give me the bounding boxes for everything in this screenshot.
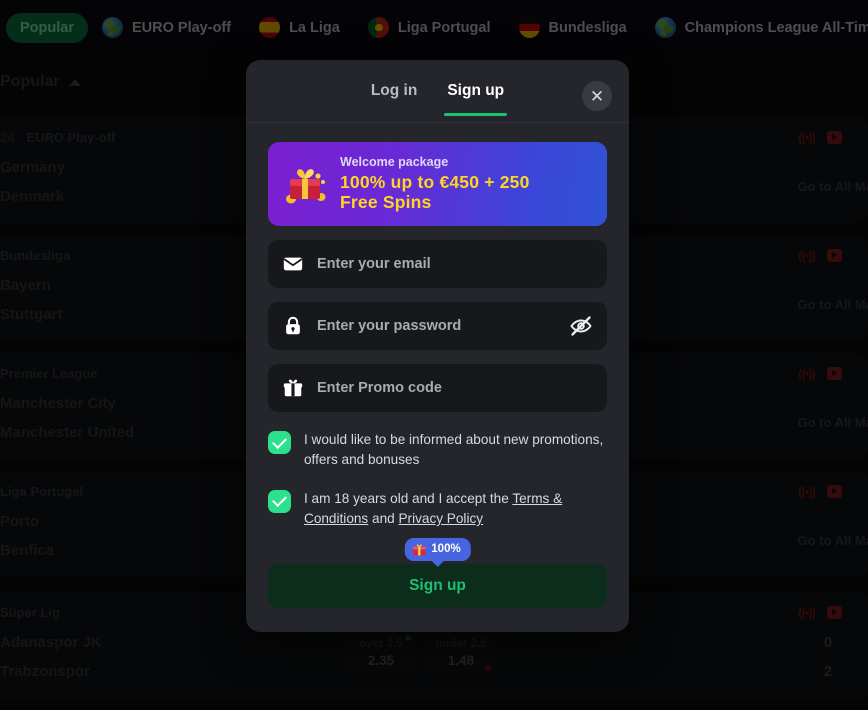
terms-consent-label: I am 18 years old and I accept the Terms… <box>304 489 607 530</box>
gift-icon <box>282 377 304 399</box>
welcome-package-banner: Welcome package 100% up to €450 + 250 Fr… <box>268 142 607 226</box>
marketing-consent-label: I would like to be informed about new pr… <box>304 432 604 468</box>
submit-area: 100% Sign up <box>268 537 607 608</box>
auth-tabs[interactable]: Log in Sign up <box>246 60 629 116</box>
lock-icon <box>282 315 304 337</box>
marketing-consent-row[interactable]: I would like to be informed about new pr… <box>268 430 607 471</box>
email-field[interactable] <box>268 240 607 288</box>
page-root: Popular EURO Play-off La Liga Liga Portu… <box>0 0 868 710</box>
terms-consent-row[interactable]: I am 18 years old and I accept the Terms… <box>268 489 607 530</box>
promo-code-input[interactable] <box>317 380 593 396</box>
eye-off-icon[interactable] <box>569 314 593 338</box>
tab-sign-up[interactable]: Sign up <box>444 82 507 116</box>
bonus-tooltip-badge: 100% <box>404 537 471 561</box>
terms-text-before: I am 18 years old and I accept the <box>304 490 513 506</box>
check-icon <box>272 433 287 449</box>
terms-consent-checkbox[interactable] <box>268 489 291 513</box>
auth-modal: Log in Sign up ✕ Welcome package 100% up… <box>246 60 629 632</box>
gift-box-icon <box>282 161 328 207</box>
gift-emoji-icon <box>412 543 426 556</box>
promo-code-field[interactable] <box>268 364 607 412</box>
check-icon <box>272 492 287 508</box>
terms-text-middle: and <box>368 511 399 527</box>
modal-header: Log in Sign up ✕ <box>246 60 629 123</box>
marketing-consent-checkbox[interactable] <box>268 431 291 454</box>
close-icon[interactable]: ✕ <box>582 81 612 111</box>
password-input[interactable] <box>317 318 556 334</box>
promo-line-2: Free Spins <box>340 192 432 213</box>
email-input[interactable] <box>317 256 593 272</box>
privacy-policy-link[interactable]: Privacy Policy <box>398 511 483 526</box>
envelope-icon <box>282 253 304 275</box>
password-field[interactable] <box>268 302 607 350</box>
tab-log-in[interactable]: Log in <box>371 82 418 116</box>
header-divider <box>246 122 629 123</box>
promo-kicker: Welcome package <box>340 154 449 169</box>
promo-text: Welcome package 100% up to €450 + 250 Fr… <box>340 155 530 213</box>
bonus-tooltip-text: 100% <box>431 543 461 556</box>
sign-up-button[interactable]: Sign up <box>268 563 607 608</box>
promo-line-1: 100% up to €450 + 250 <box>340 171 530 192</box>
modal-body: Welcome package 100% up to €450 + 250 Fr… <box>246 122 629 608</box>
